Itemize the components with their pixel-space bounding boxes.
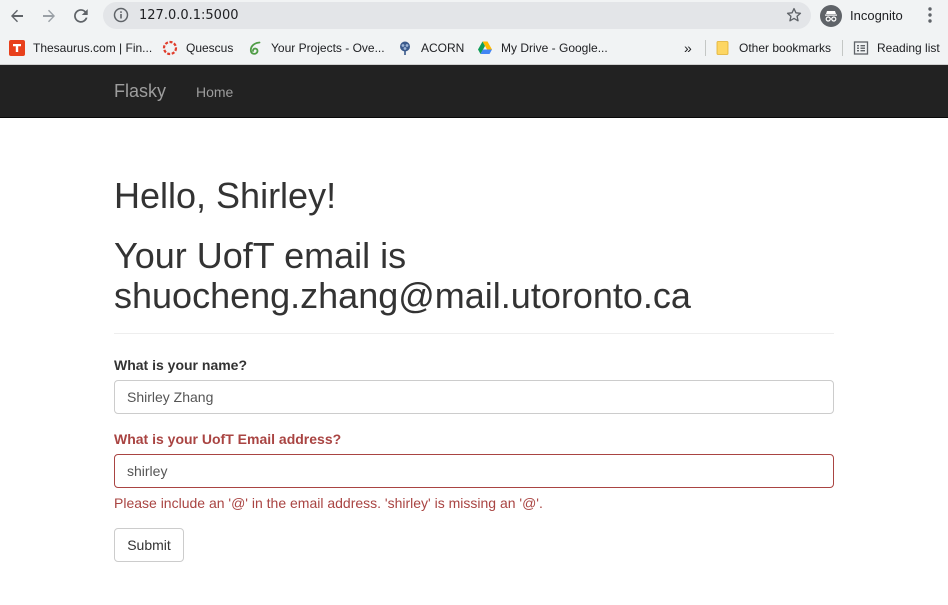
bookmark-thesaurus[interactable]: Thesaurus.com | Fin... xyxy=(9,38,152,58)
bookmarks-bar: Thesaurus.com | Fin... Quescus Your Proj… xyxy=(0,32,948,65)
navbar-brand[interactable]: Flasky xyxy=(114,81,166,102)
bookmarks-separator xyxy=(842,40,843,56)
address-bar[interactable]: 127.0.0.1:5000 xyxy=(103,2,811,29)
bookmark-star-icon[interactable] xyxy=(785,6,803,29)
bookmarks-overflow-button[interactable]: » xyxy=(684,38,692,58)
thesaurus-icon xyxy=(9,40,25,56)
email-input[interactable] xyxy=(114,454,834,488)
folder-icon xyxy=(715,40,731,56)
other-bookmarks-label: Other bookmarks xyxy=(739,41,832,55)
nav-link-home[interactable]: Home xyxy=(196,84,233,100)
site-navbar: Flasky Home xyxy=(0,65,948,118)
bookmarks-separator xyxy=(705,40,706,56)
bookmark-label: Quescus xyxy=(186,41,234,55)
bookmark-quercus[interactable]: Quescus xyxy=(162,38,233,58)
bookmark-google-drive[interactable]: My Drive - Google... xyxy=(477,38,608,58)
email-label: What is your UofT Email address? xyxy=(114,431,342,447)
browser-menu-icon[interactable] xyxy=(926,6,934,29)
bookmark-label: ACORN xyxy=(421,41,465,55)
reload-icon xyxy=(74,9,88,23)
incognito-indicator[interactable]: Incognito xyxy=(820,3,903,28)
url-text[interactable]: 127.0.0.1:5000 xyxy=(139,8,239,23)
google-drive-icon xyxy=(477,40,493,56)
forward-arrow-icon xyxy=(43,9,55,23)
overflow-chevron-icon: » xyxy=(684,40,692,56)
bookmark-label: My Drive - Google... xyxy=(501,41,608,55)
reading-list-label: Reading list xyxy=(877,41,940,55)
reading-list-icon xyxy=(853,40,869,56)
name-input[interactable] xyxy=(114,380,834,414)
incognito-icon xyxy=(820,4,842,27)
back-button[interactable] xyxy=(5,4,29,28)
email-error-message: Please include an '@' in the email addre… xyxy=(114,495,543,511)
bookmark-acorn[interactable]: ACORN xyxy=(397,38,464,58)
submit-button[interactable]: Submit xyxy=(114,528,184,562)
browser-toolbar: 127.0.0.1:5000 Incognito xyxy=(0,0,948,32)
reload-button[interactable] xyxy=(69,4,93,28)
acorn-icon xyxy=(397,40,413,56)
back-arrow-icon xyxy=(11,9,23,23)
greeting-heading: Hello, Shirley! xyxy=(114,175,337,216)
bookmark-label: Thesaurus.com | Fin... xyxy=(33,41,153,55)
other-bookmarks[interactable]: Other bookmarks xyxy=(715,38,831,58)
name-label: What is your name? xyxy=(114,357,248,373)
incognito-label: Incognito xyxy=(850,8,903,23)
bookmark-overleaf[interactable]: Your Projects - Ove... xyxy=(247,38,385,58)
overleaf-icon xyxy=(247,40,263,56)
bookmark-label: Your Projects - Ove... xyxy=(271,41,385,55)
reading-list[interactable]: Reading list xyxy=(853,38,940,58)
site-info-icon[interactable] xyxy=(113,7,129,28)
forward-button[interactable] xyxy=(37,4,61,28)
email-heading: Your UofT email is shuocheng.zhang@mail.… xyxy=(114,235,691,316)
quercus-icon xyxy=(162,40,178,56)
heading-divider xyxy=(114,333,834,334)
